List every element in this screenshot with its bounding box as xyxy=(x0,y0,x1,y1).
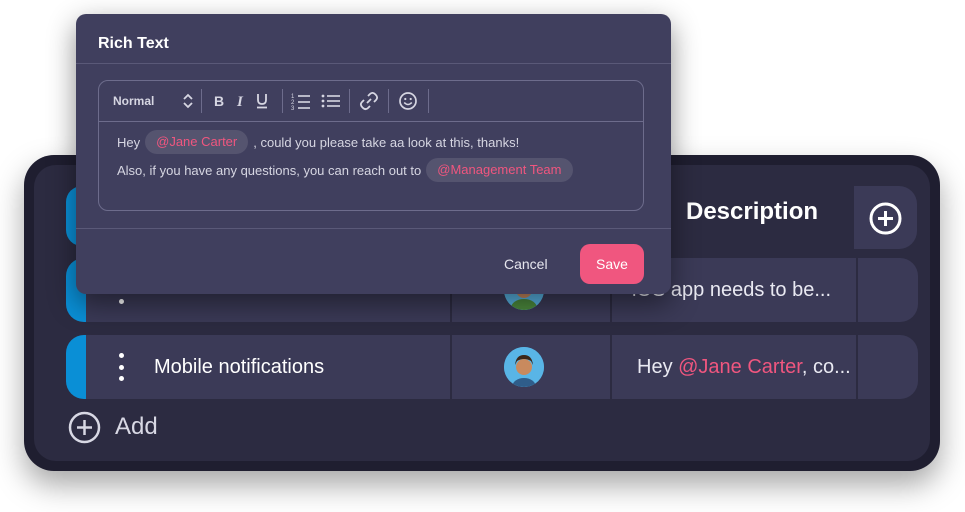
text-style-value: Normal xyxy=(113,94,155,108)
text-style-select[interactable]: Normal xyxy=(113,91,193,111)
rich-text-editor[interactable]: Normal B I 1 2 3 Hey @Jane Carter , coul… xyxy=(98,80,644,211)
column-divider xyxy=(856,258,858,322)
row-title: Mobile notifications xyxy=(154,356,325,378)
row-menu-icon[interactable] xyxy=(110,353,132,381)
svg-text:3: 3 xyxy=(291,106,295,110)
avatar[interactable] xyxy=(504,347,544,387)
add-label: Add xyxy=(115,413,158,440)
emoji-icon[interactable] xyxy=(398,91,418,111)
editor-line: Hey @Jane Carter , could you please take… xyxy=(117,130,633,154)
editor-toolbar: Normal B I 1 2 3 xyxy=(99,81,643,122)
divider xyxy=(76,228,671,229)
underline-icon[interactable] xyxy=(254,91,270,111)
select-arrows-icon xyxy=(183,93,193,109)
svg-text:I: I xyxy=(236,94,244,108)
column-header-description: Description xyxy=(686,198,819,225)
mention[interactable]: @Jane Carter xyxy=(678,356,802,378)
mention-chip[interactable]: @Management Team xyxy=(426,158,573,182)
toolbar-divider xyxy=(282,89,283,113)
add-item-button[interactable]: Add xyxy=(68,410,158,444)
link-icon[interactable] xyxy=(359,91,379,111)
dialog-title: Rich Text xyxy=(98,35,169,52)
bullet-list-icon[interactable] xyxy=(321,91,341,111)
plus-circle-icon xyxy=(68,411,101,443)
toolbar-divider xyxy=(428,89,429,113)
editor-line: Also, if you have any questions, you can… xyxy=(117,158,633,182)
editor-text: , could you please take aa look at this,… xyxy=(253,134,520,150)
row-description: Hey @Jane Carter, co... xyxy=(637,335,851,399)
column-divider xyxy=(450,335,452,399)
description-text: Hey xyxy=(637,356,679,378)
save-button[interactable]: Save xyxy=(580,244,644,284)
person-avatar-icon xyxy=(504,347,544,387)
rich-text-dialog: Rich Text Normal B I 1 2 3 Hey @Jane Car… xyxy=(76,14,671,294)
column-divider xyxy=(610,335,612,399)
column-divider xyxy=(856,335,858,399)
editor-content[interactable]: Hey @Jane Carter , could you please take… xyxy=(117,130,633,182)
editor-text: Also, if you have any questions, you can… xyxy=(117,162,422,178)
bold-icon[interactable]: B xyxy=(211,91,227,111)
italic-icon[interactable]: I xyxy=(233,91,249,111)
description-text: , co... xyxy=(801,356,851,378)
toolbar-divider xyxy=(388,89,389,113)
toolbar-divider xyxy=(201,89,202,113)
mention-chip[interactable]: @Jane Carter xyxy=(145,130,249,154)
toolbar-divider xyxy=(349,89,350,113)
add-column-button[interactable] xyxy=(854,186,917,249)
plus-circle-icon xyxy=(869,202,902,235)
cancel-button[interactable]: Cancel xyxy=(504,256,548,272)
divider xyxy=(76,63,671,64)
ordered-list-icon[interactable]: 1 2 3 xyxy=(291,91,311,111)
row-color-stripe xyxy=(66,335,86,399)
table-row[interactable]: Mobile notifications Hey @Jane Carter, c… xyxy=(66,335,918,399)
svg-text:B: B xyxy=(214,94,224,108)
editor-text: Hey xyxy=(117,134,141,150)
